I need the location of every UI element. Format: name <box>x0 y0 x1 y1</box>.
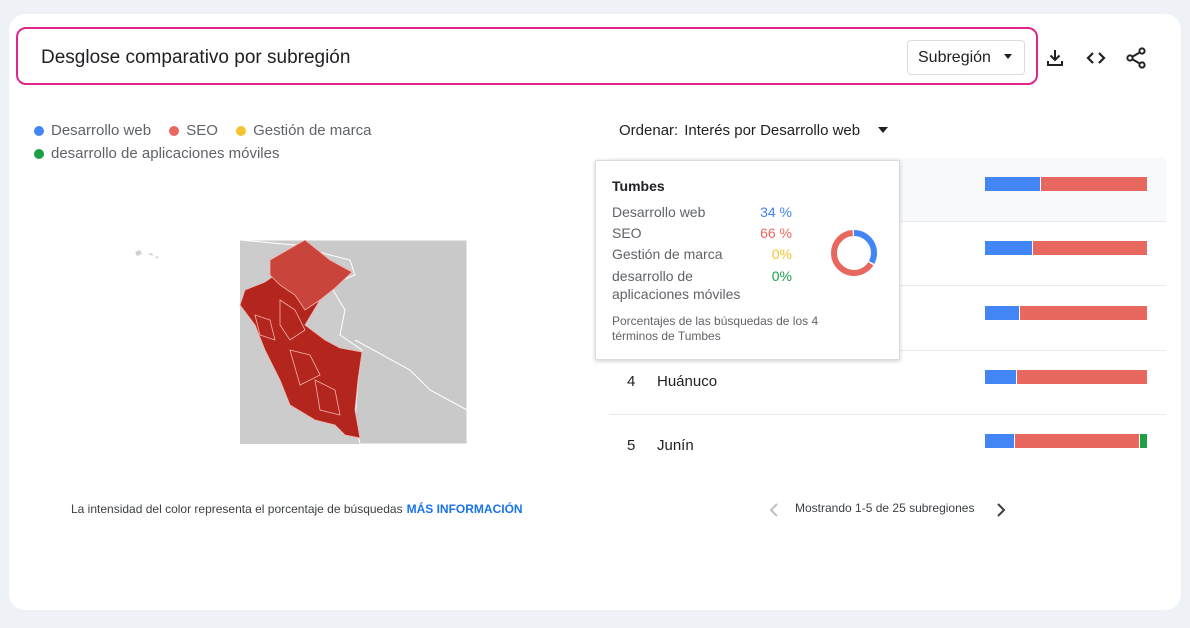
row-name: Huánuco <box>657 373 718 390</box>
embed-code-icon[interactable] <box>1084 46 1108 70</box>
tooltip-pct: 34 % <box>760 204 792 220</box>
share-icon[interactable] <box>1124 46 1148 70</box>
legend-item-gestion-de-marca: Gestión de marca <box>236 122 371 139</box>
caret-down-icon <box>1004 54 1012 59</box>
subregion-select[interactable]: Subregión <box>907 40 1025 75</box>
bar-segment <box>985 177 1041 191</box>
tooltip-row: Gestión de marca 0% <box>612 246 792 262</box>
bar-segment <box>985 434 1015 448</box>
tooltip-pct: 0% <box>771 268 792 284</box>
legend-label: Gestión de marca <box>253 122 372 139</box>
tooltip-row: Desarrollo web 34 % <box>612 204 792 220</box>
footnote-text: La intensidad del color representa el po… <box>71 502 403 516</box>
row-rank: 5 <box>627 437 636 454</box>
sort-value: Interés por Desarrollo web <box>684 122 861 139</box>
tooltip-label: Desarrollo web <box>612 204 706 220</box>
table-row[interactable]: 5 Junín <box>609 415 1166 479</box>
pagination-text: Mostrando 1-5 de 25 subregiones <box>795 501 975 515</box>
legend-item-desarrollo-apps: desarrollo de aplicaciones móviles <box>34 145 279 162</box>
legend-item-desarrollo-web: Desarrollo web <box>34 122 151 139</box>
legend-dot <box>169 126 180 136</box>
legend-label: Desarrollo web <box>51 122 152 139</box>
chevron-left-icon[interactable] <box>766 500 782 520</box>
download-icon[interactable] <box>1043 46 1067 70</box>
sort-label: Ordenar: <box>619 122 679 139</box>
more-info-link[interactable]: MÁS INFORMACIÓN <box>407 502 523 516</box>
legend: Desarrollo web SEO Gestión de marca <box>34 122 385 139</box>
table-row[interactable]: 4 Huánuco <box>609 351 1166 415</box>
legend-row-2: desarrollo de aplicaciones móviles <box>34 145 293 162</box>
region-map[interactable] <box>130 240 467 444</box>
tooltip-pct: 0% <box>771 246 792 262</box>
bar-segment <box>1015 370 1147 384</box>
share-bar <box>985 241 1147 255</box>
legend-dot <box>34 126 44 136</box>
share-donut-chart <box>831 230 877 276</box>
region-tooltip: Tumbes Desarrollo web 34 % SEO 66 % Gestió… <box>595 160 900 360</box>
legend-dot <box>34 149 44 159</box>
caret-down-icon <box>878 127 889 133</box>
bar-segment <box>1138 434 1147 448</box>
legend-label: SEO <box>186 122 218 139</box>
subregion-select-label: Subregión <box>918 49 991 66</box>
tooltip-title: Tumbes <box>612 178 665 194</box>
bar-segment <box>985 241 1032 255</box>
bar-segment <box>1019 306 1147 320</box>
bar-segment <box>1040 177 1147 191</box>
share-bar <box>985 370 1147 384</box>
bar-segment <box>985 306 1020 320</box>
legend-item-seo: SEO <box>169 122 218 139</box>
sort-control[interactable]: Ordenar: Interés por Desarrollo web <box>619 122 889 139</box>
islands <box>135 250 158 259</box>
tooltip-label: desarrollo de aplicaciones móviles <box>612 268 741 302</box>
tooltip-row: desarrollo de aplicaciones móviles 0% <box>612 267 792 303</box>
share-bar <box>985 434 1147 448</box>
legend-label: desarrollo de aplicaciones móviles <box>51 145 280 162</box>
chevron-right-icon[interactable] <box>993 500 1009 520</box>
share-bar <box>985 306 1147 320</box>
tooltip-pct: 66 % <box>760 225 792 241</box>
row-rank: 4 <box>627 373 636 390</box>
share-bar <box>985 177 1147 191</box>
tooltip-label: SEO <box>612 225 642 241</box>
tooltip-note: Porcentajes de las búsquedas de los 4 té… <box>612 314 819 343</box>
bar-segment <box>1031 241 1147 255</box>
row-name: Junín <box>657 437 694 454</box>
tooltip-row: SEO 66 % <box>612 225 792 241</box>
legend-dot <box>236 126 247 136</box>
bar-segment <box>1014 434 1139 448</box>
footnote: La intensidad del color representa el po… <box>71 502 523 516</box>
bar-segment <box>985 370 1016 384</box>
page-title: Desglose comparativo por subregión <box>41 47 351 68</box>
tooltip-label: Gestión de marca <box>612 246 723 262</box>
